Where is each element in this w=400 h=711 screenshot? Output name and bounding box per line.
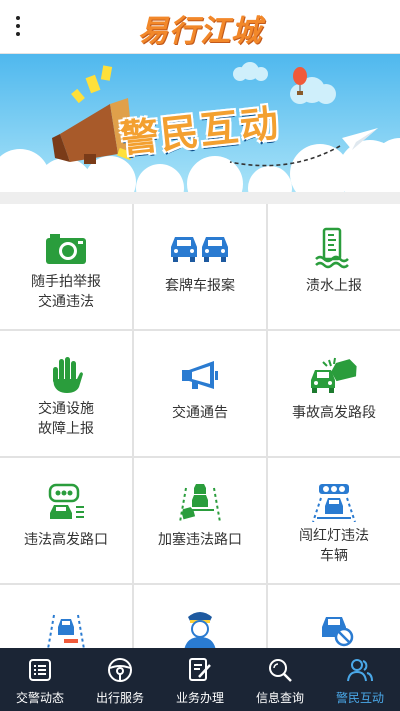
hand-icon <box>0 353 132 397</box>
water-level-icon <box>268 226 400 270</box>
grid-item-label: 交通设施 故障上报 <box>38 401 94 437</box>
grid-item-lane-cutting[interactable]: 加塞违法路口 <box>134 458 266 583</box>
tab-police-news[interactable]: 交警动态 <box>0 648 80 711</box>
grid-item-waterlogging[interactable]: 渍水上报 <box>268 204 400 329</box>
car-crash-icon <box>268 353 400 397</box>
grid-item-label: 违法高发路口 <box>24 532 108 548</box>
grid-item-accident-spots[interactable]: 事故高发路段 <box>268 331 400 456</box>
cars-icon <box>134 226 266 270</box>
grid-item-facility-fault[interactable]: 交通设施 故障上报 <box>0 331 132 456</box>
grid-item-label: 事故高发路段 <box>292 405 376 421</box>
traffic-light-car-icon <box>268 480 400 524</box>
grid-item-violation-intersections[interactable]: 违法高发路口 <box>0 458 132 583</box>
grid-item-label: 渍水上报 <box>306 278 362 294</box>
grid-item-label: 加塞违法路口 <box>158 532 242 548</box>
grid-item-row4-col1[interactable] <box>0 585 132 648</box>
edit-document-icon <box>160 656 240 684</box>
tab-label: 信息查询 <box>255 691 304 705</box>
chat-car-icon <box>0 480 132 524</box>
app-header: 易行江城 <box>0 0 400 54</box>
car-road-icon <box>0 607 132 648</box>
people-icon <box>320 656 400 684</box>
bottom-tab-bar: 交警动态 出行服务 业务办理 信息查询 警民互动 <box>0 648 400 711</box>
steering-wheel-icon <box>80 656 160 684</box>
grid-item-label: 随手拍举报 交通违法 <box>31 274 101 310</box>
grid-item-label: 闯红灯违法 车辆 <box>299 528 369 564</box>
tab-police-interaction[interactable]: 警民互动 <box>320 648 400 711</box>
news-list-icon <box>0 656 80 684</box>
grid-item-row4-col3[interactable] <box>268 585 400 648</box>
grid-item-row4-col2[interactable] <box>134 585 266 648</box>
tab-label: 交警动态 <box>15 691 64 705</box>
tab-business[interactable]: 业务办理 <box>160 648 240 711</box>
app-title: 易行江城 <box>138 14 262 49</box>
tab-label: 出行服务 <box>95 691 144 705</box>
grid-item-label: 交通通告 <box>172 405 228 421</box>
search-icon <box>240 656 320 684</box>
megaphone-icon <box>134 353 266 397</box>
grid-item-red-light[interactable]: 闯红灯违法 车辆 <box>268 458 400 583</box>
camera-icon <box>0 226 132 270</box>
grid-item-cloned-plate[interactable]: 套牌车报案 <box>134 204 266 329</box>
banner[interactable]: 警民互动 <box>0 54 400 192</box>
service-grid: 随手拍举报 交通违法 套牌车报案 渍水上报 交通设施 故障上报 交通通告 事故高… <box>0 204 400 648</box>
tab-travel-service[interactable]: 出行服务 <box>80 648 160 711</box>
tab-label: 警民互动 <box>335 691 384 705</box>
tab-label: 业务办理 <box>175 691 224 705</box>
grid-item-photo-report[interactable]: 随手拍举报 交通违法 <box>0 204 132 329</box>
tab-info-query[interactable]: 信息查询 <box>240 648 320 711</box>
grid-item-traffic-notice[interactable]: 交通通告 <box>134 331 266 456</box>
lane-cut-icon <box>134 480 266 524</box>
no-parking-car-icon <box>268 607 400 648</box>
police-officer-icon <box>134 607 266 648</box>
grid-item-label: 套牌车报案 <box>165 278 235 294</box>
